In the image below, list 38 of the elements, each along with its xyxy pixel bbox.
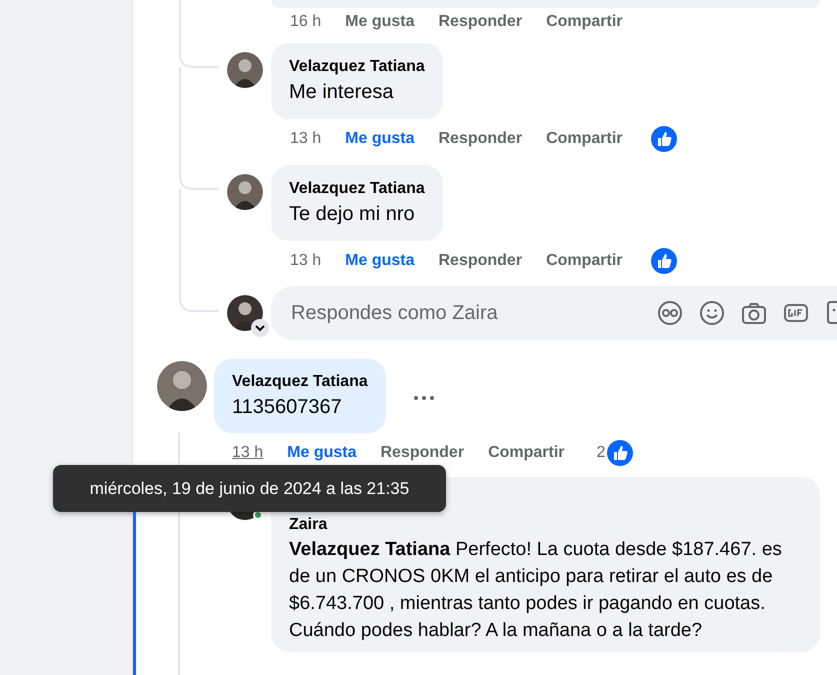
share-link[interactable]: Compartir [546, 129, 623, 149]
emoji-icon [699, 300, 725, 326]
reply-link[interactable]: Responder [438, 251, 522, 271]
camera-icon [741, 300, 767, 326]
tooltip: miércoles, 19 de junio de 2024 a las 21:35 [53, 465, 446, 512]
comment-text: Te dejo mi nro [289, 202, 416, 227]
timestamp-link[interactable]: 13 h [290, 249, 322, 273]
reply-link[interactable]: Responder [438, 129, 522, 149]
share-link[interactable]: Compartir [488, 443, 565, 463]
reply-link[interactable]: Responder [438, 12, 522, 32]
like-link[interactable]: Me gusta [345, 12, 414, 32]
timestamp-link[interactable]: 13 h [232, 441, 264, 465]
avatar [157, 361, 207, 411]
reply-link[interactable]: Responder [380, 443, 464, 463]
avatar [227, 52, 263, 88]
avatar [227, 295, 263, 331]
author-name[interactable]: Zaira [289, 514, 808, 536]
author-name[interactable]: Velazquez Tatiana [289, 178, 425, 200]
timestamp-link[interactable]: 13 h [290, 127, 322, 151]
share-link[interactable]: Compartir [546, 251, 623, 271]
comment-text: Me interesa [289, 80, 394, 105]
comment-text: Velazquez Tatiana Perfecto! La cuota desde $187.467. es de un CRONOS 0KM el anticipo para retirar el auto es de $6.743.700 , mientras tanto podes ir pagando en cuotas. Cuándo podes hablar? A la mañana o a la tarde? [289, 538, 783, 643]
like-link[interactable]: Me gusta [345, 129, 414, 149]
author-name[interactable]: Velazquez Tatiana [289, 56, 425, 78]
reaction-count: 2 [596, 443, 606, 463]
like-link[interactable]: Me gusta [287, 443, 356, 463]
chevron-icon [251, 319, 269, 337]
like-icon [607, 440, 634, 466]
author-name[interactable]: Velazquez Tatiana [232, 371, 368, 393]
share-link[interactable]: Compartir [546, 12, 623, 32]
avatar-sticker-icon [657, 300, 683, 326]
comment-text: 1135607367 [232, 395, 343, 420]
timestamp-link[interactable]: 16 h [290, 10, 322, 34]
like-link[interactable]: Me gusta [345, 251, 414, 271]
more-icon [412, 395, 435, 401]
reply-input[interactable]: Respondes como Zaira [289, 297, 649, 329]
reply-field[interactable]: Respondes como Zaira [271, 286, 837, 340]
avatar [227, 174, 263, 210]
